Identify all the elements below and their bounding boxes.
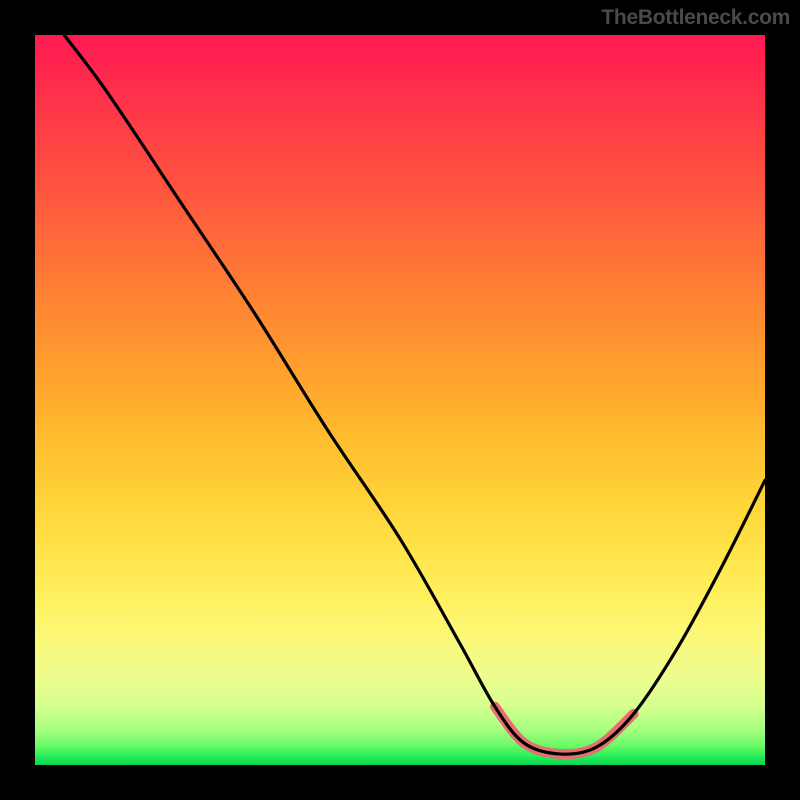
chart-frame: TheBottleneck.com	[0, 0, 800, 800]
plot-area	[35, 35, 765, 765]
attribution-text: TheBottleneck.com	[601, 6, 790, 30]
bottleneck-curve	[64, 35, 765, 754]
curve-layer	[35, 35, 765, 765]
region-band-path	[495, 707, 634, 755]
